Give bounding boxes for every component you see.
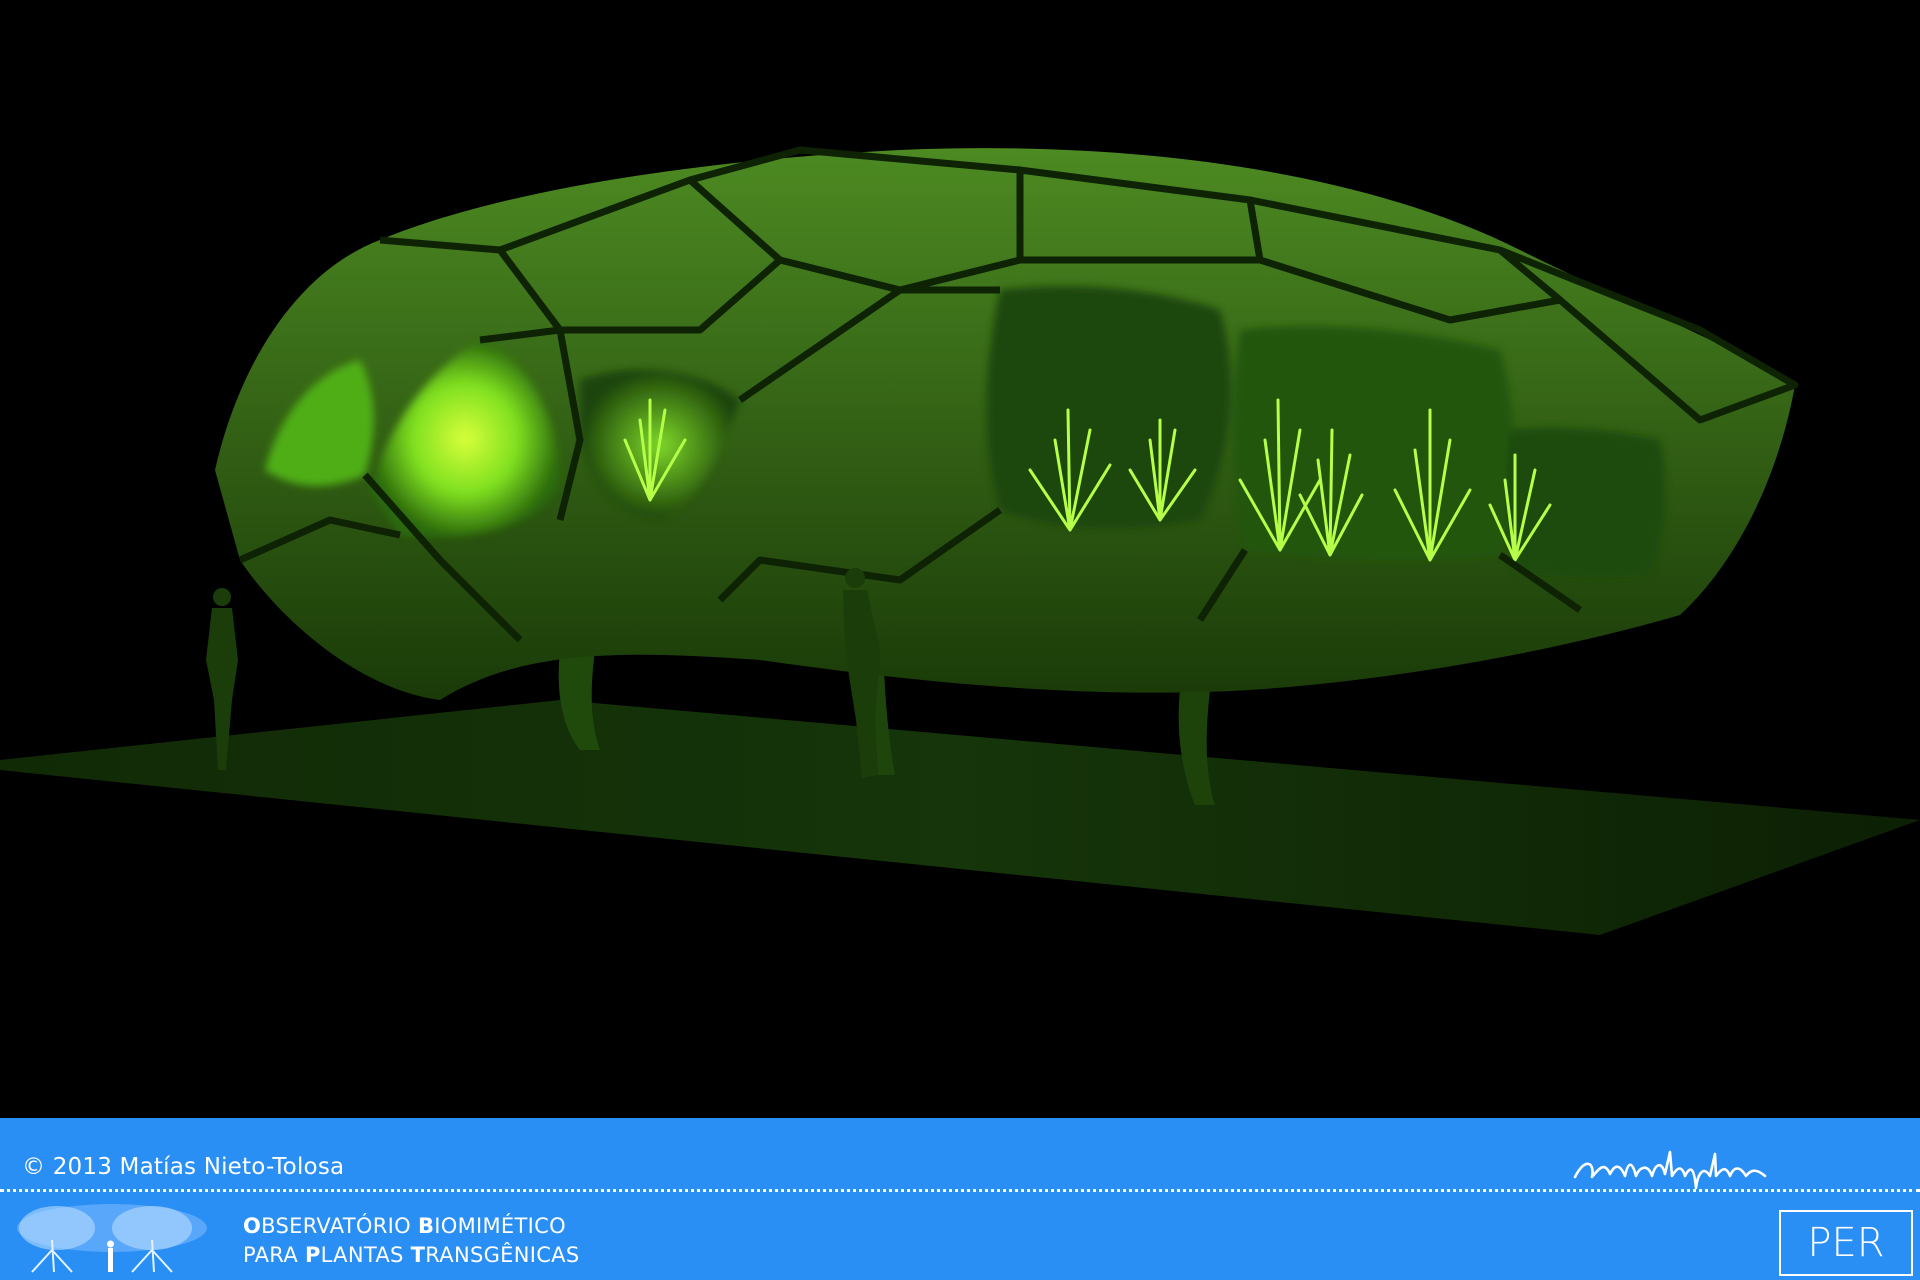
title-word: RANSGÊNICAS bbox=[425, 1243, 580, 1267]
title-word: LANTAS bbox=[320, 1243, 411, 1267]
title-line-1: OBSERVATÓRIO BIOMIMÉTICO bbox=[243, 1212, 579, 1241]
render-illustration bbox=[0, 146, 1920, 935]
title-word: PARA bbox=[243, 1243, 305, 1267]
project-title: OBSERVATÓRIO BIOMIMÉTICO PARA PLANTAS TR… bbox=[243, 1212, 579, 1270]
title-initial: P bbox=[304, 1243, 321, 1267]
dotted-divider bbox=[0, 1189, 1920, 1192]
ground-slab bbox=[0, 700, 1920, 935]
title-word: IOMIMÉTICO bbox=[434, 1214, 566, 1238]
observatory-render bbox=[0, 0, 1920, 1118]
title-initial: O bbox=[243, 1214, 262, 1238]
title-initial: T bbox=[410, 1243, 426, 1267]
presentation-board: © 2013 Matías Nieto-Tolosa OBSERVATÓRIO … bbox=[0, 0, 1920, 1280]
copyright-text: © 2013 Matías Nieto-Tolosa bbox=[22, 1154, 345, 1180]
title-word: BSERVATÓRIO bbox=[261, 1214, 418, 1238]
observatory-thumbnail-logo bbox=[17, 1204, 207, 1273]
glow-window-6 bbox=[1506, 428, 1666, 578]
title-line-2: PARA PLANTAS TRANSGÊNICAS bbox=[243, 1241, 579, 1270]
glow-window-4 bbox=[986, 286, 1231, 529]
footer-bar: © 2013 Matías Nieto-Tolosa OBSERVATÓRIO … bbox=[0, 1118, 1920, 1280]
sheet-code-badge: PER bbox=[1779, 1210, 1913, 1276]
title-initial: B bbox=[417, 1214, 435, 1238]
glow-window-5 bbox=[1233, 326, 1514, 561]
